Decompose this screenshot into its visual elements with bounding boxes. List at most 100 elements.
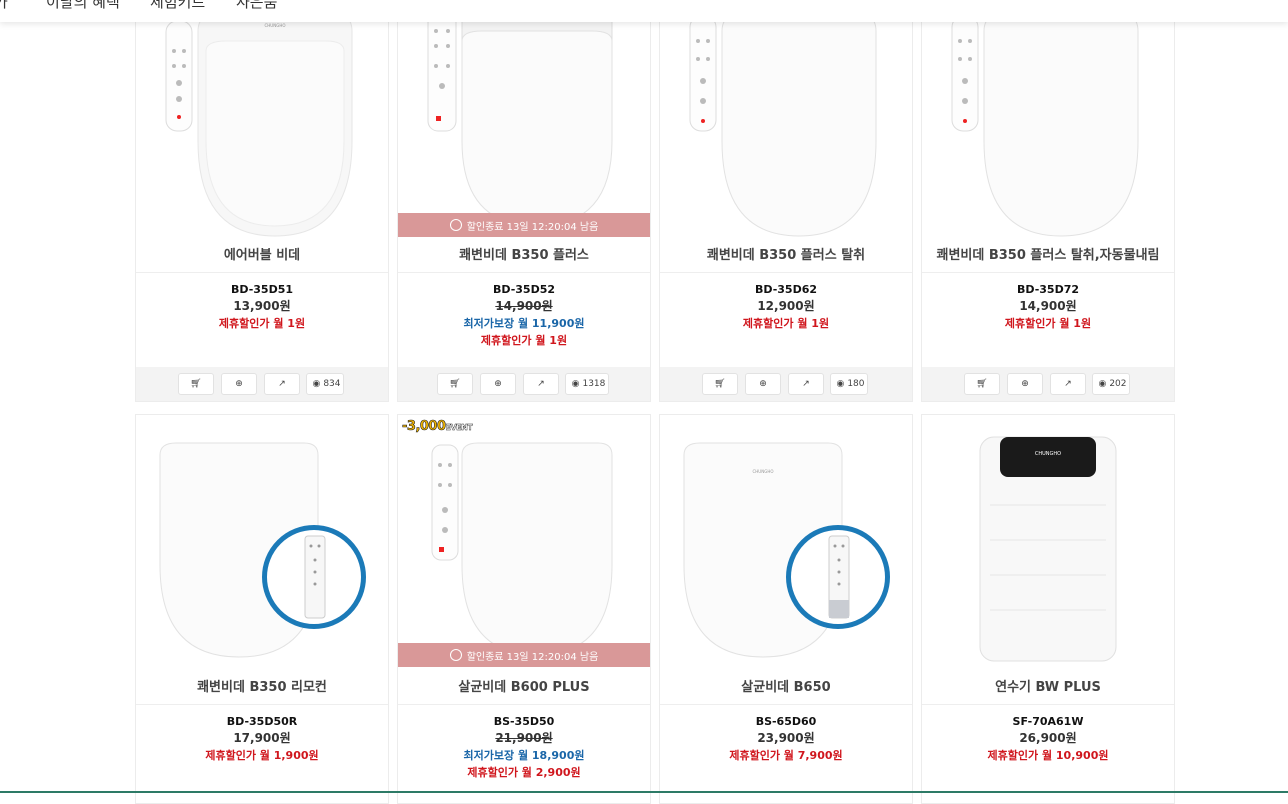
product-model: BD-35D72	[1016, 283, 1080, 296]
cart-icon: 🛒︎	[976, 379, 988, 389]
water-softener-illustration: CHUNGHO	[979, 436, 1117, 662]
zoom-icon: ⊕	[759, 379, 767, 389]
product-card[interactable]: 쾌변비데 B350 플러스 탈취 BD-35D62 12,900원 제휴할인가 …	[659, 0, 913, 402]
zoom-icon: ⊕	[494, 379, 502, 389]
bidet-illustration: CHUNGHO	[427, 8, 613, 227]
nav-item-monthly-benefit[interactable]: 이달의 혜택	[46, 0, 120, 12]
product-actions: 🛒︎ ⊕ ↗ ◉ 834	[136, 367, 388, 401]
quick-view-button[interactable]: ⊕	[1007, 373, 1043, 395]
product-card[interactable]: -3,000EVENT 할인종료 13일 12:20:04 남음 살균비데 B6…	[397, 414, 651, 804]
partner-price: 제휴할인가 월 1,900원	[205, 749, 319, 762]
product-card[interactable]: CHUNGHO 살균비데 B650 BS-65D60 23,900원 제휴할인가…	[659, 414, 913, 804]
view-count: ◉ 202	[1092, 373, 1130, 395]
product-image[interactable]: CHUNGHO	[136, 0, 388, 237]
remote-control-icon	[828, 535, 850, 619]
product-model: SF-70A61W	[1012, 715, 1084, 728]
open-new-window-button[interactable]: ↗	[264, 373, 300, 395]
external-link-icon: ↗	[802, 379, 810, 389]
product-price: 23,900원	[757, 731, 815, 745]
product-info: BS-35D50 21,900원 최저가보장 월 18,900원 제휴할인가 월…	[398, 713, 650, 781]
add-to-cart-button[interactable]: 🛒︎	[437, 373, 473, 395]
external-link-icon: ↗	[537, 379, 545, 389]
add-to-cart-button[interactable]: 🛒︎	[178, 373, 214, 395]
partner-price: 제휴할인가 월 10,900원	[987, 749, 1109, 762]
event-amount: -3,000	[402, 419, 447, 435]
product-image[interactable]: CHUNGHO	[398, 0, 650, 237]
product-image[interactable]: -3,000EVENT	[398, 415, 650, 669]
product-info: BD-35D72 14,900원 제휴할인가 월 1원	[922, 281, 1174, 332]
product-name[interactable]: 쾌변비데 B350 플러스	[398, 239, 650, 273]
partner-price: 제휴할인가 월 1원	[742, 317, 830, 330]
product-card[interactable]: 쾌변비데 B350 플러스 탈취,자동물내림 BD-35D72 14,900원 …	[921, 0, 1175, 402]
remote-callout	[262, 525, 366, 629]
nav-item-trial-kit[interactable]: 체험키트	[150, 0, 205, 12]
product-name[interactable]: 쾌변비데 B350 플러스 탈취,자동물내림	[922, 239, 1174, 273]
product-price: 13,900원	[233, 299, 291, 313]
quick-view-button[interactable]: ⊕	[745, 373, 781, 395]
countdown-text: 할인종료 13일 12:20:04 남음	[466, 651, 599, 663]
add-to-cart-button[interactable]: 🛒︎	[964, 373, 1000, 395]
quick-view-button[interactable]: ⊕	[221, 373, 257, 395]
product-card[interactable]: CHUNGHO 할인종료 13일 12:20:04 남음 쾌변비데 B350 플…	[397, 0, 651, 402]
product-image[interactable]	[922, 0, 1174, 237]
cart-icon: 🛒︎	[714, 379, 726, 389]
product-name[interactable]: 살균비데 B650	[660, 671, 912, 705]
product-price: 12,900원	[757, 299, 815, 313]
svg-text:CHUNGHO: CHUNGHO	[265, 23, 286, 28]
top-navigation: 카 이달의 혜택 체험키트 사은품	[0, 0, 1288, 22]
cart-icon: 🛒︎	[449, 379, 461, 389]
zoom-icon: ⊕	[1021, 379, 1029, 389]
external-link-icon: ↗	[1064, 379, 1072, 389]
open-new-window-button[interactable]: ↗	[788, 373, 824, 395]
product-model: BD-35D51	[230, 283, 294, 296]
view-count-value: 1318	[582, 379, 606, 389]
product-actions: 🛒︎ ⊕ ↗ ◉ 202	[922, 367, 1174, 401]
partner-price: 제휴할인가 월 1원	[480, 334, 568, 347]
product-name[interactable]: 에어버블 비데	[136, 239, 388, 273]
product-image[interactable]	[136, 415, 388, 669]
product-card[interactable]: CHUNGHO 에어버블 비데 BD-35D51 13,900원 제휴할인가 월…	[135, 0, 389, 402]
view-count-value: 202	[1109, 379, 1127, 389]
open-new-window-button[interactable]: ↗	[1050, 373, 1086, 395]
product-name[interactable]: 살균비데 B600 PLUS	[398, 671, 650, 705]
view-count: ◉ 1318	[565, 373, 609, 395]
product-image[interactable]	[660, 0, 912, 237]
open-new-window-button[interactable]: ↗	[523, 373, 559, 395]
view-count: ◉ 180	[830, 373, 868, 395]
product-model: BS-35D50	[493, 715, 555, 728]
product-price: 26,900원	[1019, 731, 1077, 745]
product-card[interactable]: CHUNGHO 연수기 BW PLUS SF-70A61W 26,900원 제휴…	[921, 414, 1175, 804]
sale-countdown: 할인종료 13일 12:20:04 남음	[398, 643, 650, 667]
partner-price: 제휴할인가 월 1원	[1004, 317, 1092, 330]
eye-icon: ◉	[836, 379, 845, 389]
product-actions: 🛒︎ ⊕ ↗ ◉ 180	[660, 367, 912, 401]
product-info: SF-70A61W 26,900원 제휴할인가 월 10,900원	[922, 713, 1174, 764]
nav-item-benefit-prev[interactable]: 카	[0, 0, 8, 12]
product-price: 21,900원	[495, 731, 553, 745]
product-image[interactable]: CHUNGHO	[922, 415, 1174, 669]
product-info: BS-65D60 23,900원 제휴할인가 월 7,900원	[660, 713, 912, 764]
event-badge: -3,000EVENT	[402, 419, 473, 435]
zoom-icon: ⊕	[235, 379, 243, 389]
lowest-price-guarantee: 최저가보장 월 18,900원	[463, 749, 585, 762]
remote-control-icon	[304, 535, 326, 619]
partner-price: 제휴할인가 월 1원	[218, 317, 306, 330]
view-count: ◉ 834	[306, 373, 344, 395]
add-to-cart-button[interactable]: 🛒︎	[702, 373, 738, 395]
product-name[interactable]: 쾌변비데 B350 플러스 탈취	[660, 239, 912, 273]
alarm-clock-icon	[449, 219, 462, 231]
product-info: BD-35D50R 17,900원 제휴할인가 월 1,900원	[136, 713, 388, 764]
quick-view-button[interactable]: ⊕	[480, 373, 516, 395]
product-name[interactable]: 연수기 BW PLUS	[922, 671, 1174, 705]
product-image[interactable]: CHUNGHO	[660, 415, 912, 669]
product-price: 17,900원	[233, 731, 291, 745]
bidet-illustration	[689, 10, 877, 237]
bidet-illustration	[431, 442, 613, 656]
nav-item-gift[interactable]: 사은품	[236, 0, 277, 12]
product-card[interactable]: 쾌변비데 B350 리모컨 BD-35D50R 17,900원 제휴할인가 월 …	[135, 414, 389, 804]
product-name[interactable]: 쾌변비데 B350 리모컨	[136, 671, 388, 705]
product-price: 14,900원	[1019, 299, 1077, 313]
view-count-value: 180	[847, 379, 865, 389]
product-info: BD-35D51 13,900원 제휴할인가 월 1원	[136, 281, 388, 332]
product-model: BD-35D52	[492, 283, 556, 296]
